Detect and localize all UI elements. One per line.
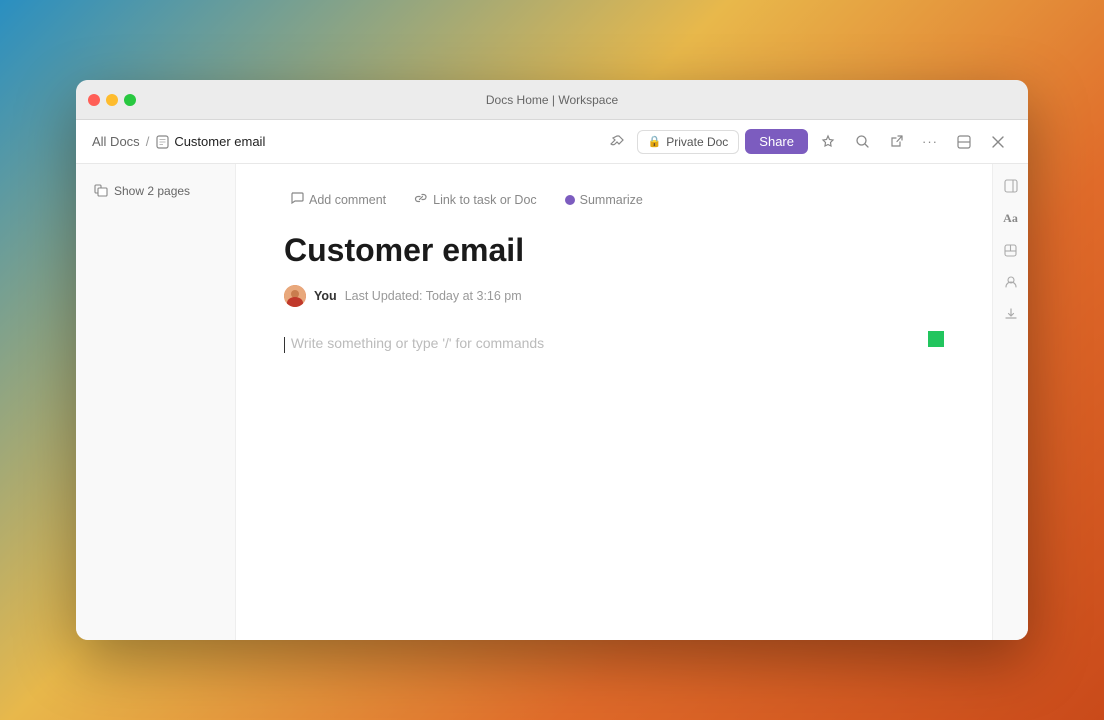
- private-doc-button[interactable]: 🔒 Private Doc: [637, 130, 740, 154]
- editor-area[interactable]: Add comment Link to task or Doc Summar: [236, 164, 992, 640]
- left-sidebar: Show 2 pages: [76, 164, 236, 640]
- editor-input[interactable]: Write something or type '/' for commands: [284, 331, 944, 356]
- summarize-button[interactable]: Summarize: [559, 190, 649, 210]
- collaborators-button[interactable]: [997, 268, 1025, 296]
- collapse-button[interactable]: [950, 128, 978, 156]
- last-updated: Last Updated: Today at 3:16 pm: [345, 289, 522, 303]
- breadcrumb-separator: /: [146, 134, 150, 149]
- online-indicator: [928, 331, 944, 347]
- lock-icon: 🔒: [648, 135, 662, 148]
- link-to-task-button[interactable]: Link to task or Doc: [408, 188, 543, 211]
- expand-view-button[interactable]: [997, 236, 1025, 264]
- private-doc-label: Private Doc: [666, 135, 728, 149]
- doc-icon: [155, 135, 169, 149]
- show-pages-button[interactable]: Show 2 pages: [88, 180, 196, 202]
- text-cursor: [284, 337, 285, 353]
- summarize-dot-icon: [565, 195, 575, 205]
- star-button[interactable]: [814, 128, 842, 156]
- link-icon: [414, 191, 428, 208]
- app-window: Docs Home | Workspace All Docs / Custome…: [76, 80, 1028, 640]
- right-sidebar: Aa: [992, 164, 1028, 640]
- minimize-button[interactable]: [106, 94, 118, 106]
- close-button[interactable]: [88, 94, 100, 106]
- more-options-icon: ···: [922, 134, 938, 149]
- export-button[interactable]: [882, 128, 910, 156]
- author-name: You: [314, 289, 337, 303]
- link-to-task-label: Link to task or Doc: [433, 193, 537, 207]
- add-comment-label: Add comment: [309, 193, 386, 207]
- show-pages-label: Show 2 pages: [114, 184, 190, 198]
- traffic-lights: [88, 94, 136, 106]
- breadcrumb-current-label: Customer email: [174, 134, 265, 149]
- share-button[interactable]: Share: [745, 129, 808, 154]
- breadcrumb: All Docs / Customer email: [92, 134, 595, 149]
- text-format-icon: Aa: [1003, 211, 1018, 226]
- toolbar-actions: 🔒 Private Doc Share: [603, 128, 1012, 156]
- right-collapse-button[interactable]: [997, 172, 1025, 200]
- document-title: Customer email: [284, 231, 944, 269]
- breadcrumb-parent[interactable]: All Docs: [92, 134, 140, 149]
- download-button[interactable]: [997, 300, 1025, 328]
- editor-placeholder: Write something or type '/' for commands: [291, 335, 544, 351]
- summarize-label: Summarize: [580, 193, 643, 207]
- close-window-button[interactable]: [984, 128, 1012, 156]
- window-title: Docs Home | Workspace: [486, 93, 618, 107]
- search-button[interactable]: [848, 128, 876, 156]
- avatar: [284, 285, 306, 307]
- title-bar: Docs Home | Workspace: [76, 80, 1028, 120]
- maximize-button[interactable]: [124, 94, 136, 106]
- comment-icon: [290, 191, 304, 208]
- action-bar: Add comment Link to task or Doc Summar: [284, 188, 944, 211]
- text-format-button[interactable]: Aa: [997, 204, 1025, 232]
- toolbar: All Docs / Customer email: [76, 120, 1028, 164]
- pin-button[interactable]: [603, 128, 631, 156]
- breadcrumb-current: Customer email: [155, 134, 265, 149]
- more-options-button[interactable]: ···: [916, 128, 944, 156]
- content-area: Show 2 pages Add comment: [76, 164, 1028, 640]
- editor-content-row: Write something or type '/' for commands: [284, 331, 944, 356]
- author-row: You Last Updated: Today at 3:16 pm: [284, 285, 944, 307]
- add-comment-button[interactable]: Add comment: [284, 188, 392, 211]
